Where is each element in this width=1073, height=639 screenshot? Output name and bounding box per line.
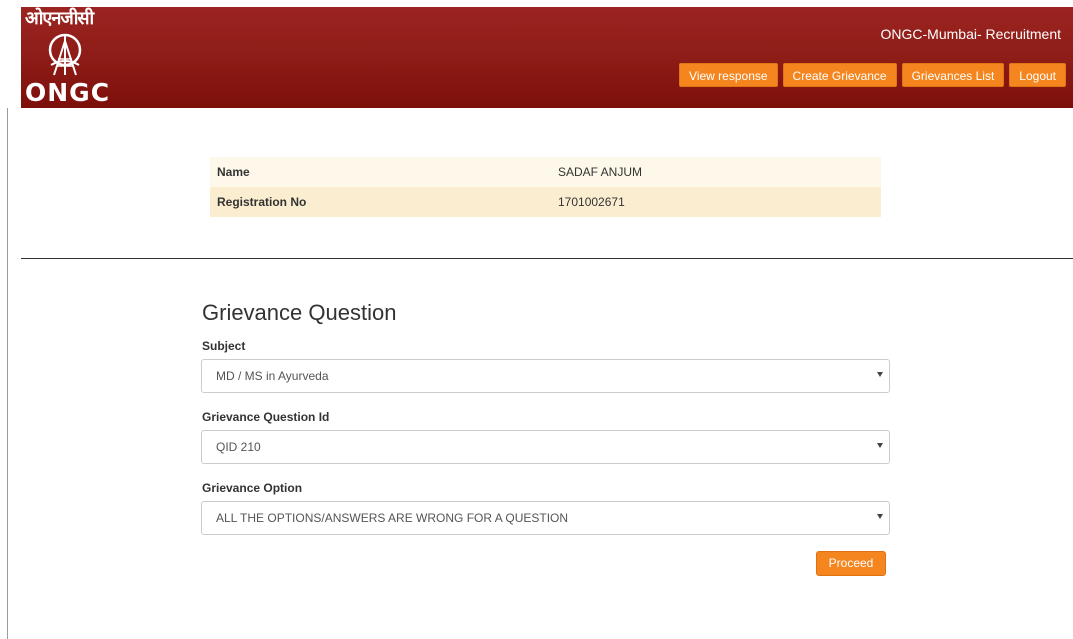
grievance-option-selected-value: ALL THE OPTIONS/ANSWERS ARE WRONG FOR A … (216, 511, 569, 525)
chevron-down-icon (877, 514, 883, 519)
subject-selected-value: MD / MS in Ayurveda (216, 369, 329, 383)
chevron-down-icon (877, 372, 883, 377)
chevron-down-icon (877, 443, 883, 448)
grievance-question-title: Grievance Question (202, 300, 397, 325)
section-divider (21, 258, 1073, 259)
candidate-info-table: Name SADAF ANJUM Registration No 1701002… (210, 157, 881, 217)
ongc-emblem-icon (48, 33, 82, 76)
site-title: ONGC-Mumbai- Recruitment (880, 26, 1061, 42)
grievance-option-label: Grievance Option (202, 481, 303, 495)
question-id-selected-value: QID 210 (216, 440, 261, 454)
grievance-option-select[interactable]: ALL THE OPTIONS/ANSWERS ARE WRONG FOR A … (201, 501, 890, 535)
ongc-logo: ओएनजीसी ONGC (21, 7, 111, 108)
registration-value: 1701002671 (558, 195, 625, 209)
logo-english-text: ONGC (25, 78, 111, 107)
proceed-button[interactable]: Proceed (816, 551, 886, 576)
page-frame-border (7, 108, 8, 639)
logout-button[interactable]: Logout (1009, 63, 1066, 87)
header-bar: ओएनजीसी ONGC ONGC-Mumbai- Recruitment Vi… (21, 7, 1073, 108)
subject-select[interactable]: MD / MS in Ayurveda (201, 359, 890, 393)
view-response-button[interactable]: View response (679, 63, 778, 87)
top-nav: View response Create Grievance Grievance… (679, 63, 1066, 87)
logo-hindi-text: ओएनजीसी (25, 8, 94, 29)
create-grievance-button[interactable]: Create Grievance (782, 63, 897, 87)
registration-label: Registration No (217, 195, 307, 209)
grievances-list-button[interactable]: Grievances List (901, 63, 1005, 87)
name-label: Name (217, 165, 250, 179)
question-id-select[interactable]: QID 210 (201, 430, 890, 464)
question-id-label: Grievance Question Id (202, 410, 330, 424)
subject-label: Subject (202, 339, 246, 353)
table-row: Registration No 1701002671 (210, 187, 881, 217)
table-row: Name SADAF ANJUM (210, 157, 881, 187)
name-value: SADAF ANJUM (558, 165, 643, 179)
